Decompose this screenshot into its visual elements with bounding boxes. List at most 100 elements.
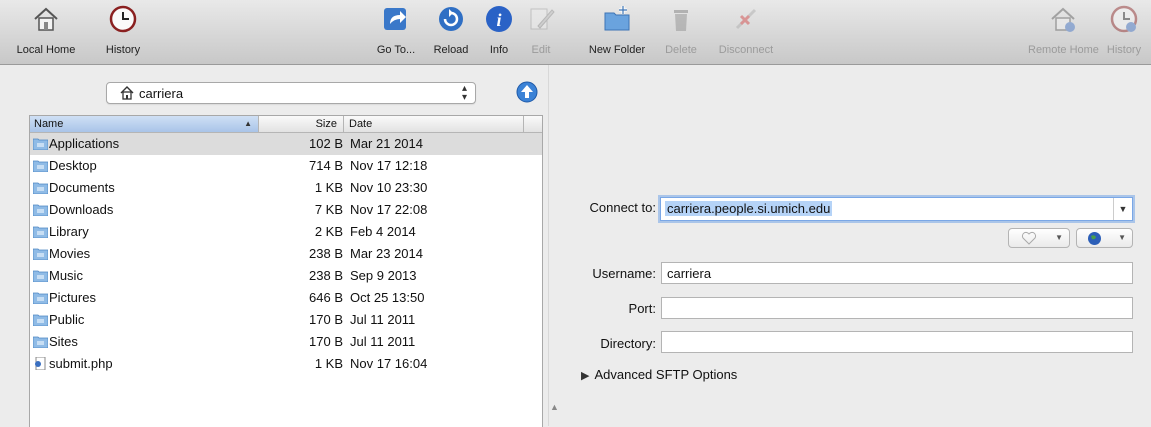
bookmark-popup-arrow-icon: ▼ bbox=[1055, 233, 1063, 242]
file-row[interactable]: Movies 238 B Mar 23 2014 bbox=[30, 243, 542, 265]
php-file-icon bbox=[35, 357, 46, 370]
username-value: carriera bbox=[667, 266, 712, 281]
file-row[interactable]: submit.php 1 KB Nov 17 16:04 bbox=[30, 353, 542, 375]
file-list-header: Name ▲ Size Date bbox=[30, 116, 542, 133]
remote-house-icon bbox=[1051, 7, 1075, 32]
file-date: Feb 4 2014 bbox=[350, 224, 416, 239]
path-popup[interactable]: carriera ▴ ▾ bbox=[106, 82, 476, 104]
public-folder-icon bbox=[33, 314, 48, 326]
file-size: 7 KB bbox=[314, 202, 343, 217]
size-column-header[interactable]: Size bbox=[259, 116, 344, 132]
file-row[interactable]: Applications 102 B Mar 21 2014 bbox=[30, 133, 542, 155]
downloads-folder-icon bbox=[33, 204, 48, 216]
globe-icon bbox=[1088, 232, 1101, 245]
host-combobox[interactable]: carriera.people.si.umich.edu ▼ bbox=[660, 197, 1133, 221]
file-date: Jul 11 2011 bbox=[350, 312, 416, 327]
file-name: Applications bbox=[49, 136, 120, 151]
local-home-button[interactable]: Local Home bbox=[6, 0, 86, 64]
disclosure-triangle-icon: ▶ bbox=[581, 370, 590, 382]
info-icon: i bbox=[486, 6, 512, 32]
local-history-button[interactable]: History bbox=[96, 0, 150, 64]
heart-icon bbox=[1021, 231, 1037, 245]
remote-history-button[interactable]: History bbox=[1100, 0, 1148, 64]
file-row[interactable]: Sites 170 B Jul 11 2011 bbox=[30, 331, 542, 353]
toolbar: Local Home History Go To... Reload i Inf… bbox=[0, 0, 1151, 65]
file-size: 1 KB bbox=[314, 356, 343, 371]
file-row[interactable]: Documents 1 KB Nov 10 23:30 bbox=[30, 177, 542, 199]
host-dropdown-arrow-icon[interactable]: ▼ bbox=[1113, 198, 1132, 220]
library-folder-icon bbox=[33, 226, 48, 238]
name-header-label: Name bbox=[34, 118, 64, 130]
name-column-header[interactable]: Name ▲ bbox=[30, 116, 259, 132]
file-name: Pictures bbox=[49, 290, 96, 305]
sort-ascending-icon: ▲ bbox=[244, 119, 252, 128]
file-date: Mar 21 2014 bbox=[350, 136, 423, 151]
local-history-label: History bbox=[105, 44, 141, 56]
file-row[interactable]: Pictures 646 B Oct 25 13:50 bbox=[30, 287, 542, 309]
directory-label: Directory: bbox=[600, 336, 656, 351]
movies-folder-icon bbox=[33, 248, 48, 260]
parent-folder-button[interactable] bbox=[515, 80, 539, 104]
remote-home-label: Remote Home bbox=[1028, 44, 1099, 56]
new-folder-button[interactable]: New Folder bbox=[578, 0, 656, 64]
file-size: 170 B bbox=[309, 312, 343, 327]
connect-to-label: Connect to: bbox=[589, 200, 657, 215]
pencil-icon bbox=[530, 8, 555, 30]
size-header-label: Size bbox=[315, 118, 337, 130]
edit-label: Edit bbox=[531, 44, 551, 56]
username-field[interactable]: carriera bbox=[661, 262, 1133, 284]
bookmark-popup[interactable]: ▼ bbox=[1008, 228, 1070, 248]
sites-folder-icon bbox=[33, 336, 48, 348]
advanced-sftp-options-disclosure[interactable]: ▶ Advanced SFTP Options bbox=[581, 367, 737, 382]
local-home-label: Local Home bbox=[16, 44, 76, 56]
file-date: Jul 11 2011 bbox=[350, 334, 416, 349]
file-size: 238 B bbox=[309, 268, 343, 283]
documents-folder-icon bbox=[33, 182, 48, 194]
delete-button[interactable]: Delete bbox=[658, 0, 704, 64]
disconnect-button[interactable]: Disconnect bbox=[708, 0, 784, 64]
file-name: Sites bbox=[49, 334, 78, 349]
trash-icon bbox=[674, 10, 688, 31]
file-name: Documents bbox=[49, 180, 115, 195]
file-size: 1 KB bbox=[314, 180, 343, 195]
protocol-popup-arrow-icon: ▼ bbox=[1118, 233, 1126, 242]
directory-field[interactable] bbox=[661, 331, 1133, 353]
new-folder-icon bbox=[604, 6, 630, 31]
reload-label: Reload bbox=[433, 44, 469, 56]
music-folder-icon bbox=[33, 270, 48, 282]
edit-button[interactable]: Edit bbox=[524, 0, 558, 64]
file-row[interactable]: Library 2 KB Feb 4 2014 bbox=[30, 221, 542, 243]
resize-grip-icon[interactable]: ▲ bbox=[550, 402, 559, 412]
file-row[interactable]: Public 170 B Jul 11 2011 bbox=[30, 309, 542, 331]
file-size: 2 KB bbox=[314, 224, 343, 239]
file-row[interactable]: Desktop 714 B Nov 17 12:18 bbox=[30, 155, 542, 177]
pane-divider[interactable] bbox=[548, 65, 549, 426]
remote-history-label: History bbox=[1106, 44, 1142, 56]
file-size: 714 B bbox=[309, 158, 343, 173]
reload-button[interactable]: Reload bbox=[426, 0, 476, 64]
house-icon bbox=[34, 7, 58, 31]
username-label: Username: bbox=[592, 266, 656, 281]
new-folder-label: New Folder bbox=[588, 44, 646, 56]
svg-text:i: i bbox=[496, 10, 501, 30]
remote-clock-icon bbox=[1110, 5, 1138, 33]
file-row[interactable]: Music 238 B Sep 9 2013 bbox=[30, 265, 542, 287]
disconnect-icon bbox=[735, 8, 757, 30]
file-name: submit.php bbox=[49, 356, 113, 371]
remote-home-button[interactable]: Remote Home bbox=[1028, 0, 1099, 64]
file-date: Nov 17 22:08 bbox=[350, 202, 428, 217]
applications-folder-icon bbox=[33, 138, 48, 150]
go-to-button[interactable]: Go To... bbox=[366, 0, 426, 64]
file-list[interactable]: Name ▲ Size Date Applications 102 B Mar 21… bbox=[29, 115, 543, 427]
file-date: Oct 25 13:50 bbox=[350, 290, 425, 305]
file-name: Music bbox=[49, 268, 83, 283]
port-label: Port: bbox=[628, 301, 656, 316]
file-row[interactable]: Downloads 7 KB Nov 17 22:08 bbox=[30, 199, 542, 221]
port-field[interactable] bbox=[661, 297, 1133, 319]
local-browser-pane: carriera ▴ ▾ Name ▲ Size Date Application… bbox=[0, 65, 548, 427]
info-button[interactable]: i Info bbox=[482, 0, 516, 64]
protocol-popup[interactable]: ▼ bbox=[1076, 228, 1133, 248]
reload-icon bbox=[439, 7, 463, 31]
file-name: Movies bbox=[49, 246, 91, 261]
date-column-header[interactable]: Date bbox=[349, 118, 372, 130]
